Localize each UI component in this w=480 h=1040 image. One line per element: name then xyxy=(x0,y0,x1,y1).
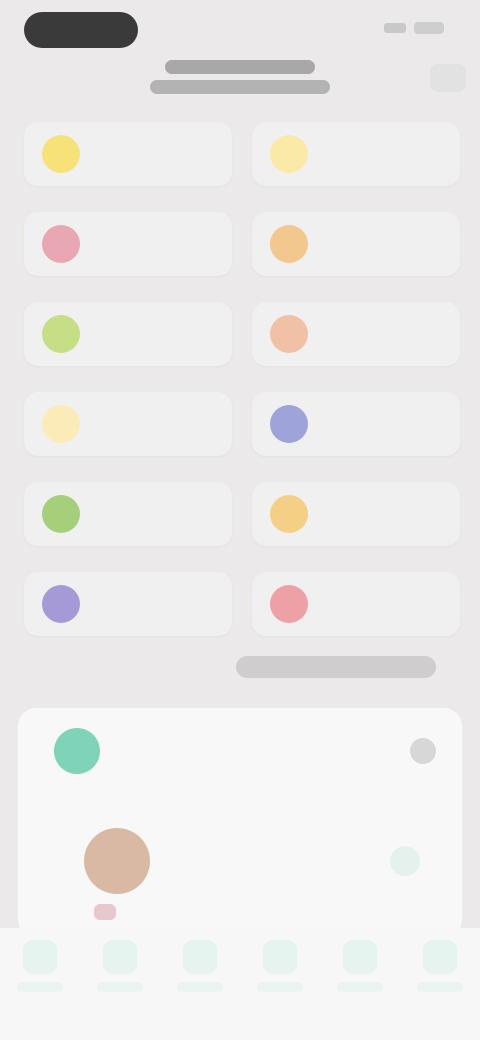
category-grid xyxy=(24,122,460,636)
page-title xyxy=(148,60,332,104)
tab-item[interactable] xyxy=(412,940,468,992)
tab-label xyxy=(177,982,223,992)
heart-icon xyxy=(42,225,80,263)
profile-icon xyxy=(423,940,457,974)
tab-label xyxy=(417,982,463,992)
category-tile[interactable] xyxy=(24,122,232,186)
plant-icon xyxy=(42,495,80,533)
star-icon xyxy=(270,225,308,263)
apple-icon xyxy=(270,585,308,623)
post-card[interactable] xyxy=(18,708,462,938)
category-tile[interactable] xyxy=(252,392,460,456)
sun-icon xyxy=(270,135,308,173)
tab-item[interactable] xyxy=(172,940,228,992)
category-tile[interactable] xyxy=(252,572,460,636)
tab-item[interactable] xyxy=(332,940,388,992)
status-bar xyxy=(0,0,480,60)
tab-label xyxy=(257,982,303,992)
header xyxy=(0,56,480,112)
explore-icon xyxy=(103,940,137,974)
card-action-button[interactable] xyxy=(390,846,420,876)
app-screen xyxy=(0,0,480,1040)
card-photo[interactable] xyxy=(84,828,150,894)
category-tile[interactable] xyxy=(252,122,460,186)
category-tile[interactable] xyxy=(24,212,232,276)
category-tile[interactable] xyxy=(252,302,460,366)
category-tile[interactable] xyxy=(24,392,232,456)
tab-item[interactable] xyxy=(12,940,68,992)
grape-icon xyxy=(42,585,80,623)
tag-badge xyxy=(94,904,116,920)
page-title-text xyxy=(165,60,315,74)
signal-icon xyxy=(384,23,406,33)
sun-icon xyxy=(42,135,80,173)
bell-icon xyxy=(270,495,308,533)
status-time-pill xyxy=(24,12,138,48)
category-tile[interactable] xyxy=(24,482,232,546)
tab-label xyxy=(337,982,383,992)
leaf-icon xyxy=(42,315,80,353)
category-tile[interactable] xyxy=(252,482,460,546)
page-subtitle-text xyxy=(150,80,330,94)
list-icon xyxy=(183,940,217,974)
view-more-link[interactable] xyxy=(236,656,436,678)
bottom-tab-bar xyxy=(0,928,480,1040)
header-action-button[interactable] xyxy=(430,64,466,92)
battery-icon xyxy=(414,22,444,34)
avatar[interactable] xyxy=(54,728,100,774)
category-tile[interactable] xyxy=(24,302,232,366)
status-icons xyxy=(384,22,444,34)
category-tile[interactable] xyxy=(252,212,460,276)
moon-icon xyxy=(42,405,80,443)
message-icon xyxy=(263,940,297,974)
tab-item[interactable] xyxy=(92,940,148,992)
home-icon xyxy=(23,940,57,974)
tab-item[interactable] xyxy=(252,940,308,992)
cart-icon xyxy=(343,940,377,974)
flower-icon xyxy=(270,315,308,353)
drop-icon xyxy=(270,405,308,443)
tab-label xyxy=(17,982,63,992)
category-tile[interactable] xyxy=(24,572,232,636)
tab-label xyxy=(97,982,143,992)
more-icon[interactable] xyxy=(410,738,436,764)
